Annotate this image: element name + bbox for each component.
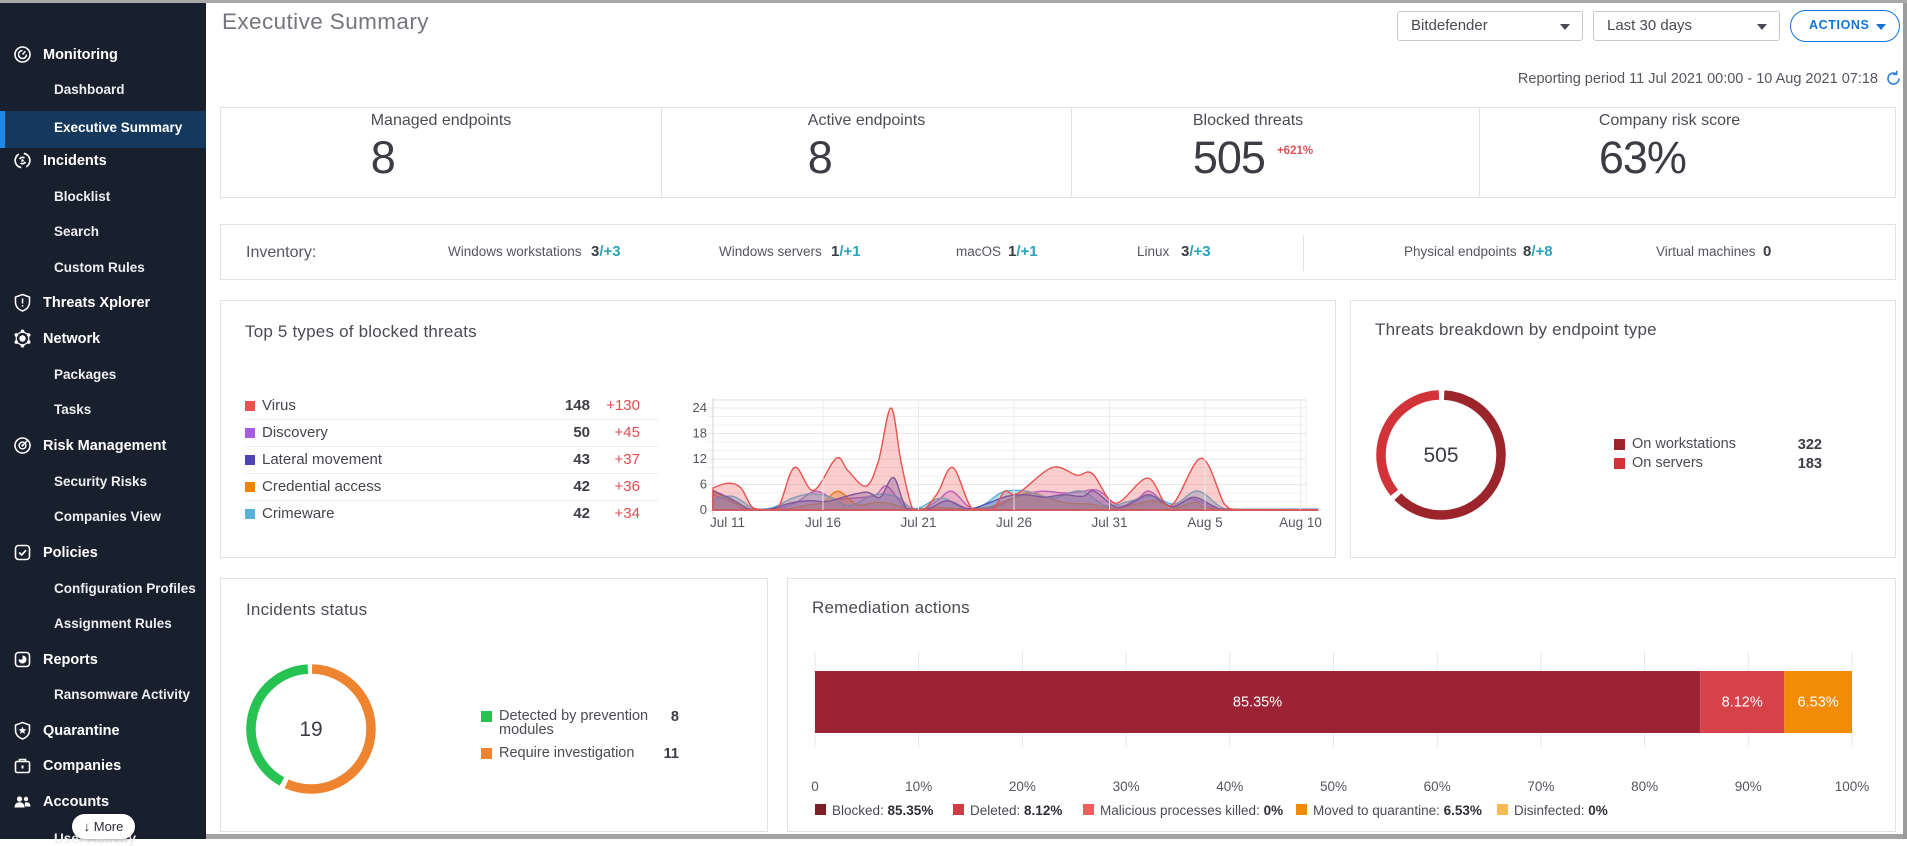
svg-text:40%: 40% [1216,779,1243,794]
svg-text:60%: 60% [1424,779,1451,794]
svg-text:85.35%: 85.35% [1233,695,1282,711]
svg-text:Jul 21: Jul 21 [900,515,936,530]
svg-text:0: 0 [700,502,707,517]
svg-text:24: 24 [693,400,707,415]
svg-text:50%: 50% [1320,779,1347,794]
svg-text:Aug 5: Aug 5 [1187,515,1222,530]
svg-text:6.53%: 6.53% [1798,695,1839,711]
svg-text:18: 18 [693,426,707,441]
svg-text:505: 505 [1423,444,1458,467]
svg-text:20%: 20% [1009,779,1036,794]
svg-text:19: 19 [299,718,322,741]
svg-text:90%: 90% [1735,779,1762,794]
svg-text:100%: 100% [1835,779,1870,794]
svg-text:30%: 30% [1113,779,1140,794]
svg-text:0: 0 [811,779,819,794]
svg-text:Aug 10: Aug 10 [1279,515,1322,530]
svg-text:10%: 10% [905,779,932,794]
svg-text:Jul 11: Jul 11 [710,515,745,530]
svg-text:80%: 80% [1631,779,1658,794]
svg-text:8.12%: 8.12% [1722,695,1763,711]
svg-text:12: 12 [693,451,707,466]
svg-text:70%: 70% [1527,779,1554,794]
svg-text:Jul 16: Jul 16 [805,515,841,530]
svg-text:Jul 26: Jul 26 [996,515,1032,530]
svg-text:Jul 31: Jul 31 [1091,515,1127,530]
svg-text:6: 6 [700,477,707,492]
